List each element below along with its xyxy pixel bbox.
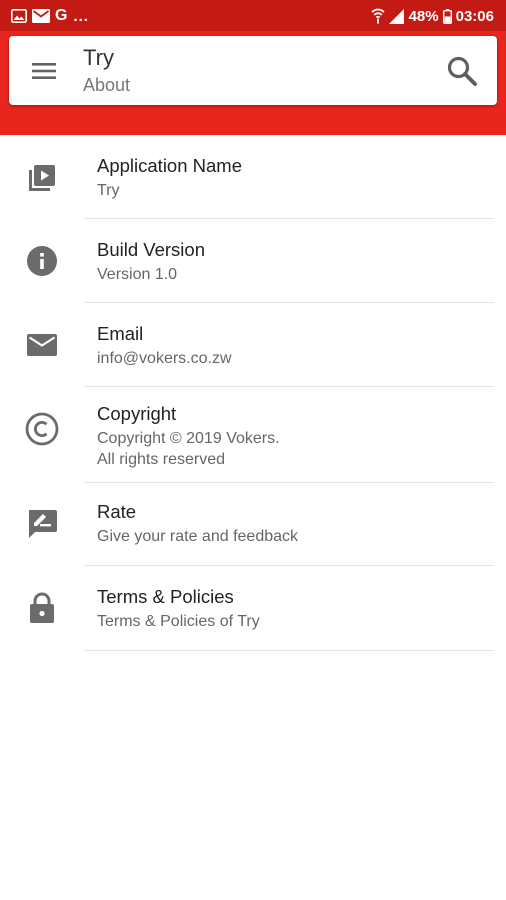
- item-subtitle: Terms & Policies of Try: [97, 613, 260, 630]
- video-library-icon: [25, 161, 59, 195]
- item-title: Rate: [97, 501, 137, 522]
- signal-icon: [388, 8, 405, 24]
- copyright-icon: [25, 412, 59, 446]
- toolbar-card: Try About: [9, 36, 497, 105]
- search-icon: [447, 56, 477, 86]
- search-button[interactable]: [443, 52, 481, 90]
- item-subtitle: info@vokers.co.zw: [97, 350, 232, 367]
- email-icon: [25, 328, 59, 362]
- list-item-rate[interactable]: Rate Give your rate and feedback: [0, 483, 506, 566]
- hamburger-menu-icon: [32, 63, 56, 79]
- item-title: Email: [97, 323, 144, 344]
- more-notifications-indicator: ...: [73, 7, 89, 25]
- toolbar-subtitle: About: [83, 75, 131, 95]
- google-icon: G: [55, 7, 68, 24]
- toolbar-title: Try: [83, 45, 114, 70]
- item-subtitle: Give your rate and feedback: [97, 528, 299, 545]
- status-bar-system: 48% 03:06: [371, 6, 494, 26]
- rate-review-icon: [25, 506, 59, 540]
- list-item-terms-policies[interactable]: Terms & Policies Terms & Policies of Try: [0, 566, 506, 651]
- about-list: Application Name Try Build Version Versi…: [0, 135, 506, 651]
- toolbar-titles: Try About: [83, 45, 130, 97]
- item-subtitle: Copyright © 2019 Vokers. All rights rese…: [97, 430, 280, 468]
- list-item-build-version[interactable]: Build Version Version 1.0: [0, 219, 506, 303]
- gallery-icon: [11, 9, 27, 23]
- list-item-email[interactable]: Email info@vokers.co.zw: [0, 303, 506, 387]
- clock: 03:06: [455, 7, 494, 25]
- list-item-copyright[interactable]: Copyright Copyright © 2019 Vokers. All r…: [0, 387, 506, 483]
- status-bar: G ... 48% 03:06: [0, 0, 506, 31]
- item-title: Application Name: [97, 155, 242, 176]
- item-subtitle: Version 1.0: [97, 266, 178, 283]
- item-title: Copyright: [97, 403, 177, 424]
- info-icon: [25, 244, 59, 278]
- item-title: Build Version: [97, 239, 205, 260]
- divider: [84, 650, 494, 651]
- item-subtitle: Try: [97, 182, 120, 199]
- navigation-menu-button[interactable]: [29, 56, 59, 86]
- status-bar-notifications: G ...: [11, 6, 89, 26]
- lock-icon: [25, 591, 59, 625]
- battery-percentage: 48%: [408, 7, 439, 25]
- about-screen: G ... 48% 03:06 Try About Application Na…: [0, 0, 506, 900]
- mail-icon: [32, 9, 50, 23]
- item-title: Terms & Policies: [97, 586, 234, 607]
- list-item-application-name[interactable]: Application Name Try: [0, 135, 506, 219]
- wifi-icon: [371, 8, 385, 24]
- battery-icon: [442, 8, 452, 24]
